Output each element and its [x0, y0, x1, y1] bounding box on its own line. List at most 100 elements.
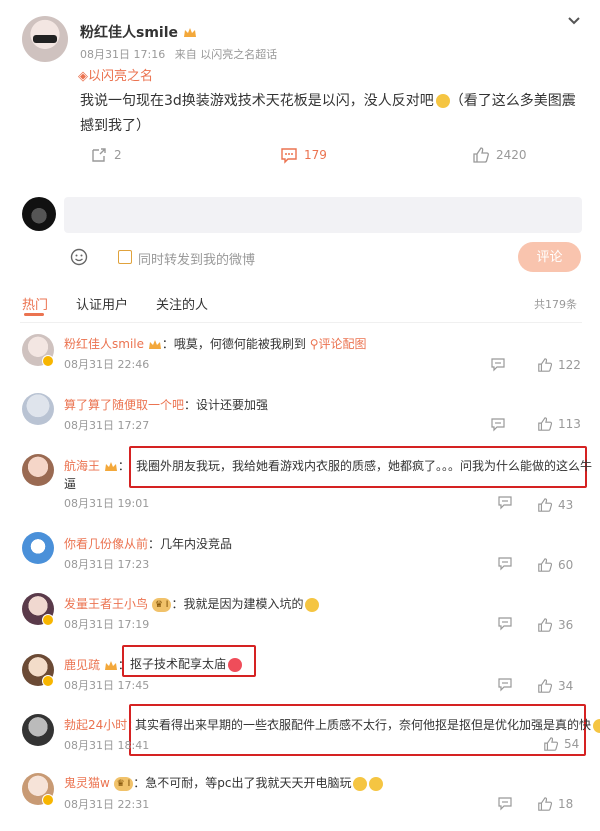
comment-like-button[interactable]: 43 — [537, 497, 573, 513]
reply-icon[interactable] — [497, 795, 513, 811]
post-text: 我说一句现在3d换装游戏技术天花板是以闪，没人反对吧 — [80, 93, 434, 109]
thumbs-up-icon — [538, 679, 553, 693]
comment-content: 发量王者王小鸟 ♛ I ：我就是因为建模入坑的 — [64, 595, 320, 612]
comment-content: 勃起24小时： — [64, 718, 140, 732]
crying-emoji-icon — [353, 776, 368, 791]
comment-button[interactable]: 179 — [280, 146, 327, 164]
post-source[interactable]: 来自 以闪亮之名超话 — [175, 48, 278, 61]
tab-verified[interactable]: 认证用户 — [76, 294, 128, 313]
repost-count: 2 — [114, 148, 122, 162]
diamond-icon: ◈ — [78, 69, 88, 84]
comment-content: 鬼灵猫w ♛ I ：急不可耐，等pc出了我就天天开电脑玩 — [64, 774, 384, 791]
comment-avatar[interactable] — [22, 393, 54, 425]
comment-text: 我就是因为建模入坑的 — [183, 597, 304, 611]
comment-content: 航海王 ： — [64, 459, 130, 473]
comment-author[interactable]: 算了算了随便取一个吧 — [64, 398, 184, 412]
tab-following[interactable]: 关注的人 — [156, 294, 208, 313]
submit-comment-button[interactable]: 评论 — [518, 242, 581, 272]
comment-like-button[interactable]: 122 — [537, 357, 581, 373]
comment-text: 其实看得出来早期的一些衣服配件上质感不太行，奈何他抠是抠但是优化加强是真的快 — [135, 718, 592, 732]
post-meta: 08月31日 17:16 来自 以闪亮之名超话 — [80, 46, 283, 62]
comment-time: 08月31日 17:23 — [64, 558, 150, 571]
verified-badge-icon — [42, 355, 54, 367]
reply-icon[interactable] — [497, 615, 513, 631]
comment-author[interactable]: 航海王 — [64, 459, 100, 473]
smile-emoji-icon — [593, 718, 600, 733]
chevron-down-icon[interactable] — [566, 12, 582, 28]
reply-icon[interactable] — [497, 494, 513, 510]
like-button[interactable]: 2420 — [472, 146, 527, 164]
vip-badge-icon: ♛ I — [113, 776, 134, 791]
thumbs-up-icon — [538, 797, 553, 811]
comment-like-button[interactable]: 34 — [537, 678, 573, 694]
comment-avatar[interactable] — [22, 454, 54, 486]
verified-badge-icon — [42, 794, 54, 806]
face-emoji-icon — [435, 94, 450, 108]
thumbs-up-icon — [538, 417, 553, 431]
post-author[interactable]: 粉红佳人smile — [80, 22, 197, 42]
reply-icon[interactable] — [497, 676, 513, 692]
comment-text-wrap: 其实看得出来早期的一些衣服配件上质感不太行，奈何他抠是抠但是优化加强是真的快 — [135, 716, 600, 733]
crown-icon — [148, 339, 161, 349]
verified-badge-icon — [42, 675, 54, 687]
comment-like-count: 60 — [558, 558, 574, 572]
thumbs-up-icon — [538, 618, 553, 632]
crown-icon — [183, 28, 196, 37]
comment-author[interactable]: 勃起24小时 — [64, 718, 127, 732]
reply-icon[interactable] — [490, 356, 506, 372]
comment-input[interactable] — [64, 197, 582, 233]
comment-time: 08月31日 19:01 — [64, 497, 150, 510]
comment-like-count: 18 — [558, 797, 574, 811]
supertopic-link[interactable]: ◈以闪亮之名 — [78, 65, 153, 84]
comment-text: 急不可耐，等pc出了我就天天开电脑玩 — [145, 776, 352, 790]
thumbs-up-icon — [538, 498, 553, 512]
comment-like-button[interactable]: 36 — [537, 617, 573, 633]
comment-avatar[interactable] — [22, 714, 54, 746]
topic-label: 以闪亮之名 — [88, 69, 154, 84]
comment-author[interactable]: 粉红佳人smile — [64, 337, 144, 351]
comment-content: 粉红佳人smile ：哦莫，何德何能被我刷到 ⚲评论配图 — [64, 337, 367, 351]
comment-time: 08月31日 18:41 — [64, 739, 150, 752]
comment-like-button[interactable]: 60 — [537, 557, 573, 573]
comment-time: 08月31日 17:45 — [64, 679, 150, 692]
comment-count: 179 — [304, 148, 327, 162]
comment-author[interactable]: 你看几份像从前 — [64, 537, 148, 551]
reply-icon[interactable] — [497, 555, 513, 571]
post-date: 08月31日 17:16 — [80, 48, 166, 61]
comment-like-button[interactable]: 113 — [537, 416, 581, 432]
comment-author[interactable]: 鬼灵猫w — [64, 776, 110, 790]
comment-like-button[interactable]: 54 — [543, 736, 579, 752]
repost-button[interactable]: 2 — [90, 146, 122, 164]
reply-icon[interactable] — [490, 416, 506, 432]
active-tab-indicator — [24, 313, 44, 316]
comment-avatar[interactable] — [22, 532, 54, 564]
comment-icon — [281, 148, 297, 164]
divider — [20, 322, 582, 323]
comment-time: 08月31日 22:31 — [64, 798, 150, 811]
vip-badge-icon: ♛ I — [151, 597, 172, 612]
current-user-avatar — [22, 197, 56, 231]
heart-eyes-emoji-icon — [228, 657, 243, 672]
comment-text: 抠子技术配享太庙 — [130, 657, 227, 671]
author-avatar[interactable] — [22, 16, 68, 62]
tab-hot[interactable]: 热门 — [22, 294, 48, 313]
crown-icon — [104, 461, 117, 471]
comment-image-link[interactable]: 评论配图 — [318, 337, 366, 351]
comment-content: 鹿见疏 ： — [64, 658, 130, 672]
thumbs-up-icon — [473, 147, 489, 163]
forward-label[interactable]: 同时转发到我的微博 — [138, 249, 255, 268]
comment-text: 几年内没竞品 — [160, 537, 233, 551]
comment-text: 哦莫，何德何能被我刷到 — [173, 337, 306, 351]
comment-text-cont: 逼 — [64, 477, 77, 491]
comment-author[interactable]: 鹿见疏 — [64, 658, 100, 672]
forward-checkbox[interactable] — [118, 250, 132, 264]
comment-content: 算了算了随便取一个吧：设计还要加强 — [64, 398, 269, 412]
comment-like-button[interactable]: 18 — [537, 796, 573, 812]
post-author-name[interactable]: 粉红佳人smile — [80, 25, 178, 41]
emoji-icon[interactable] — [70, 248, 88, 266]
comment-content: 你看几份像从前：几年内没竞品 — [64, 537, 233, 551]
comment-total: 共179条 — [534, 298, 577, 311]
comment-text: 我圈外朋友我玩，我给她看游戏内衣服的质感，她都疯了。。。问我为什么能做的这么牛 — [136, 459, 593, 473]
comment-time: 08月31日 17:19 — [64, 618, 150, 631]
comment-author[interactable]: 发量王者王小鸟 — [64, 597, 148, 611]
